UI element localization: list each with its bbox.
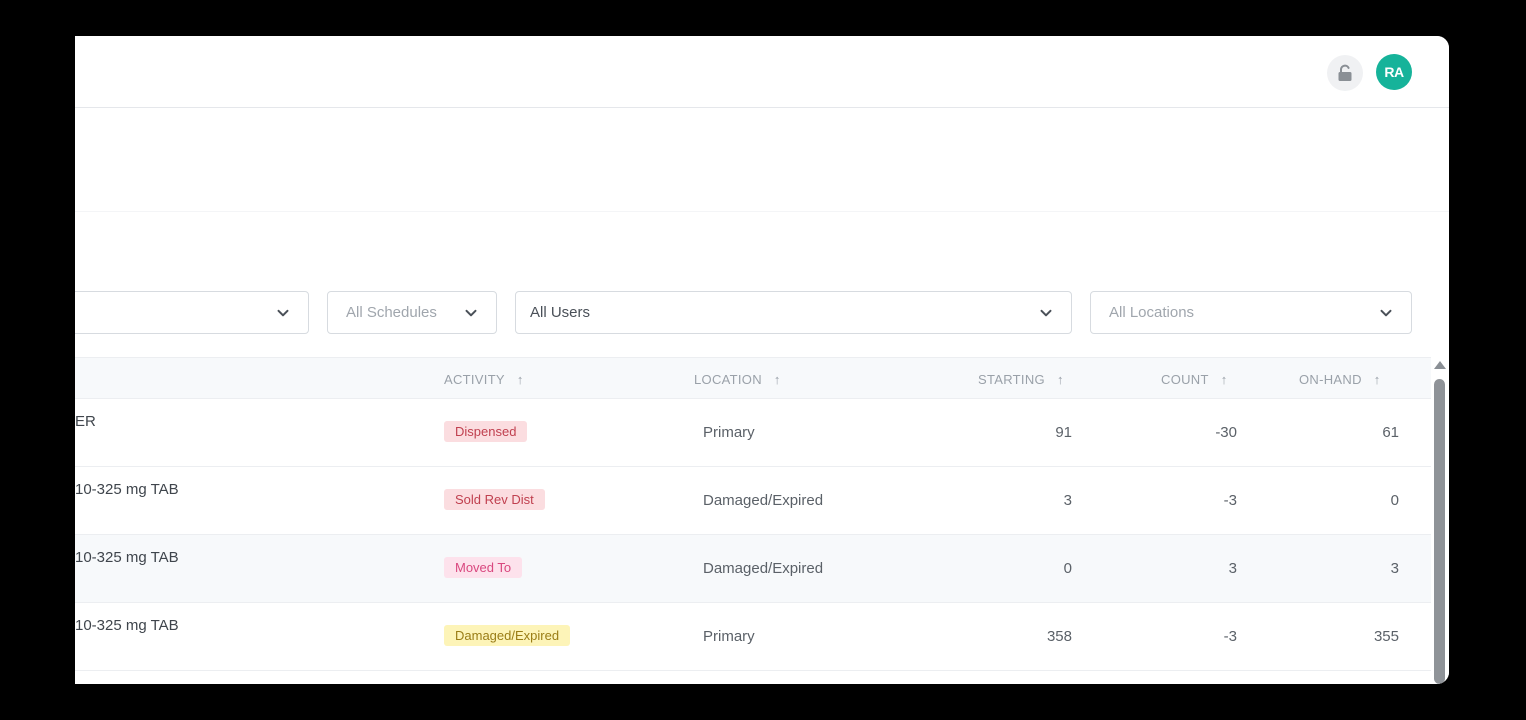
- schedules-select[interactable]: All Schedules: [327, 291, 497, 334]
- chevron-down-icon: [1380, 309, 1392, 316]
- schedules-select-value: All Schedules: [346, 304, 437, 321]
- column-header-activity[interactable]: ACTIVITY ↑: [444, 358, 524, 400]
- activity-badge: Dispensed: [444, 421, 528, 442]
- scroll-up-arrow-icon[interactable]: [1434, 361, 1446, 369]
- column-header-location-label: LOCATION: [694, 371, 762, 387]
- column-header-starting[interactable]: STARTING ↑: [978, 358, 1064, 400]
- location-cell: Primary: [703, 424, 755, 441]
- table-row[interactable]: ER Dispensed Primary 91 -30 61: [75, 399, 1431, 467]
- scrollbar-thumb[interactable]: [1434, 379, 1445, 684]
- table-row[interactable]: 10-325 mg TAB Sold Rev Dist Damaged/Expi…: [75, 467, 1431, 535]
- starting-cell: 358: [1046, 628, 1072, 645]
- location-cell: Damaged/Expired: [703, 492, 824, 509]
- drug-name: 10-325 mg TAB: [75, 617, 179, 634]
- column-header-onhand-label: ON-HAND: [1299, 371, 1362, 387]
- column-header-location[interactable]: LOCATION ↑: [694, 358, 781, 400]
- column-header-count[interactable]: COUNT ↑: [1161, 358, 1228, 400]
- sort-arrow-up-icon: ↑: [773, 371, 781, 387]
- location-cell: Damaged/Expired: [703, 560, 824, 577]
- activity-badge: Sold Rev Dist: [444, 489, 545, 510]
- drug-name: 10-325 mg TAB: [75, 481, 179, 498]
- count-cell: -30: [1215, 424, 1237, 441]
- sort-arrow-up-icon: ↑: [1373, 371, 1381, 387]
- users-select-value: All Users: [530, 304, 591, 321]
- column-header-onhand[interactable]: ON-HAND ↑: [1299, 358, 1381, 400]
- onhand-cell: 0: [1390, 492, 1399, 509]
- location-cell: Primary: [703, 628, 755, 645]
- chevron-down-icon: [277, 309, 289, 316]
- activity-badge: Damaged/Expired: [444, 625, 571, 646]
- chevron-down-icon: [1040, 309, 1052, 316]
- starting-cell: 3: [1063, 492, 1072, 509]
- chevron-down-icon: [465, 309, 477, 316]
- count-cell: -3: [1223, 492, 1237, 509]
- starting-cell: 0: [1063, 560, 1072, 577]
- drug-name: 10-325 mg TAB: [75, 549, 179, 566]
- section-divider: [75, 211, 1449, 212]
- user-avatar[interactable]: RA: [1376, 54, 1412, 90]
- locations-select[interactable]: All Locations: [1090, 291, 1412, 334]
- users-select[interactable]: All Users: [515, 291, 1072, 334]
- onhand-cell: 3: [1390, 560, 1399, 577]
- activity-table: ACTIVITY ↑ LOCATION ↑ STARTING ↑ COUNT ↑…: [75, 357, 1431, 684]
- column-header-starting-label: STARTING: [978, 371, 1045, 387]
- lock-open-icon: [1338, 64, 1352, 81]
- column-header-activity-label: ACTIVITY: [444, 371, 505, 387]
- drug-name: ER: [75, 413, 96, 430]
- activity-badge: Moved To: [444, 557, 523, 578]
- filter-select-1[interactable]: [75, 291, 309, 334]
- count-cell: 3: [1228, 560, 1237, 577]
- sort-arrow-up-icon: ↑: [1056, 371, 1064, 387]
- locations-select-value: All Locations: [1109, 304, 1195, 321]
- table-header: ACTIVITY ↑ LOCATION ↑ STARTING ↑ COUNT ↑…: [75, 357, 1431, 399]
- count-cell: -3: [1223, 628, 1237, 645]
- table-scrollbar[interactable]: [1431, 357, 1449, 684]
- sort-arrow-up-icon: ↑: [516, 371, 524, 387]
- onhand-cell: 61: [1382, 424, 1399, 441]
- lock-button[interactable]: [1327, 55, 1363, 91]
- top-bar: RA: [75, 36, 1449, 108]
- column-header-count-label: COUNT: [1161, 371, 1209, 387]
- sort-arrow-up-icon: ↑: [1220, 371, 1228, 387]
- table-row[interactable]: 10-325 mg TAB Moved To Damaged/Expired 0…: [75, 535, 1431, 603]
- starting-cell: 91: [1055, 424, 1072, 441]
- table-row[interactable]: 10-325 mg TAB Damaged/Expired Primary 35…: [75, 603, 1431, 671]
- app-window: RA All Schedules All Users All Locations…: [75, 36, 1449, 684]
- onhand-cell: 355: [1373, 628, 1399, 645]
